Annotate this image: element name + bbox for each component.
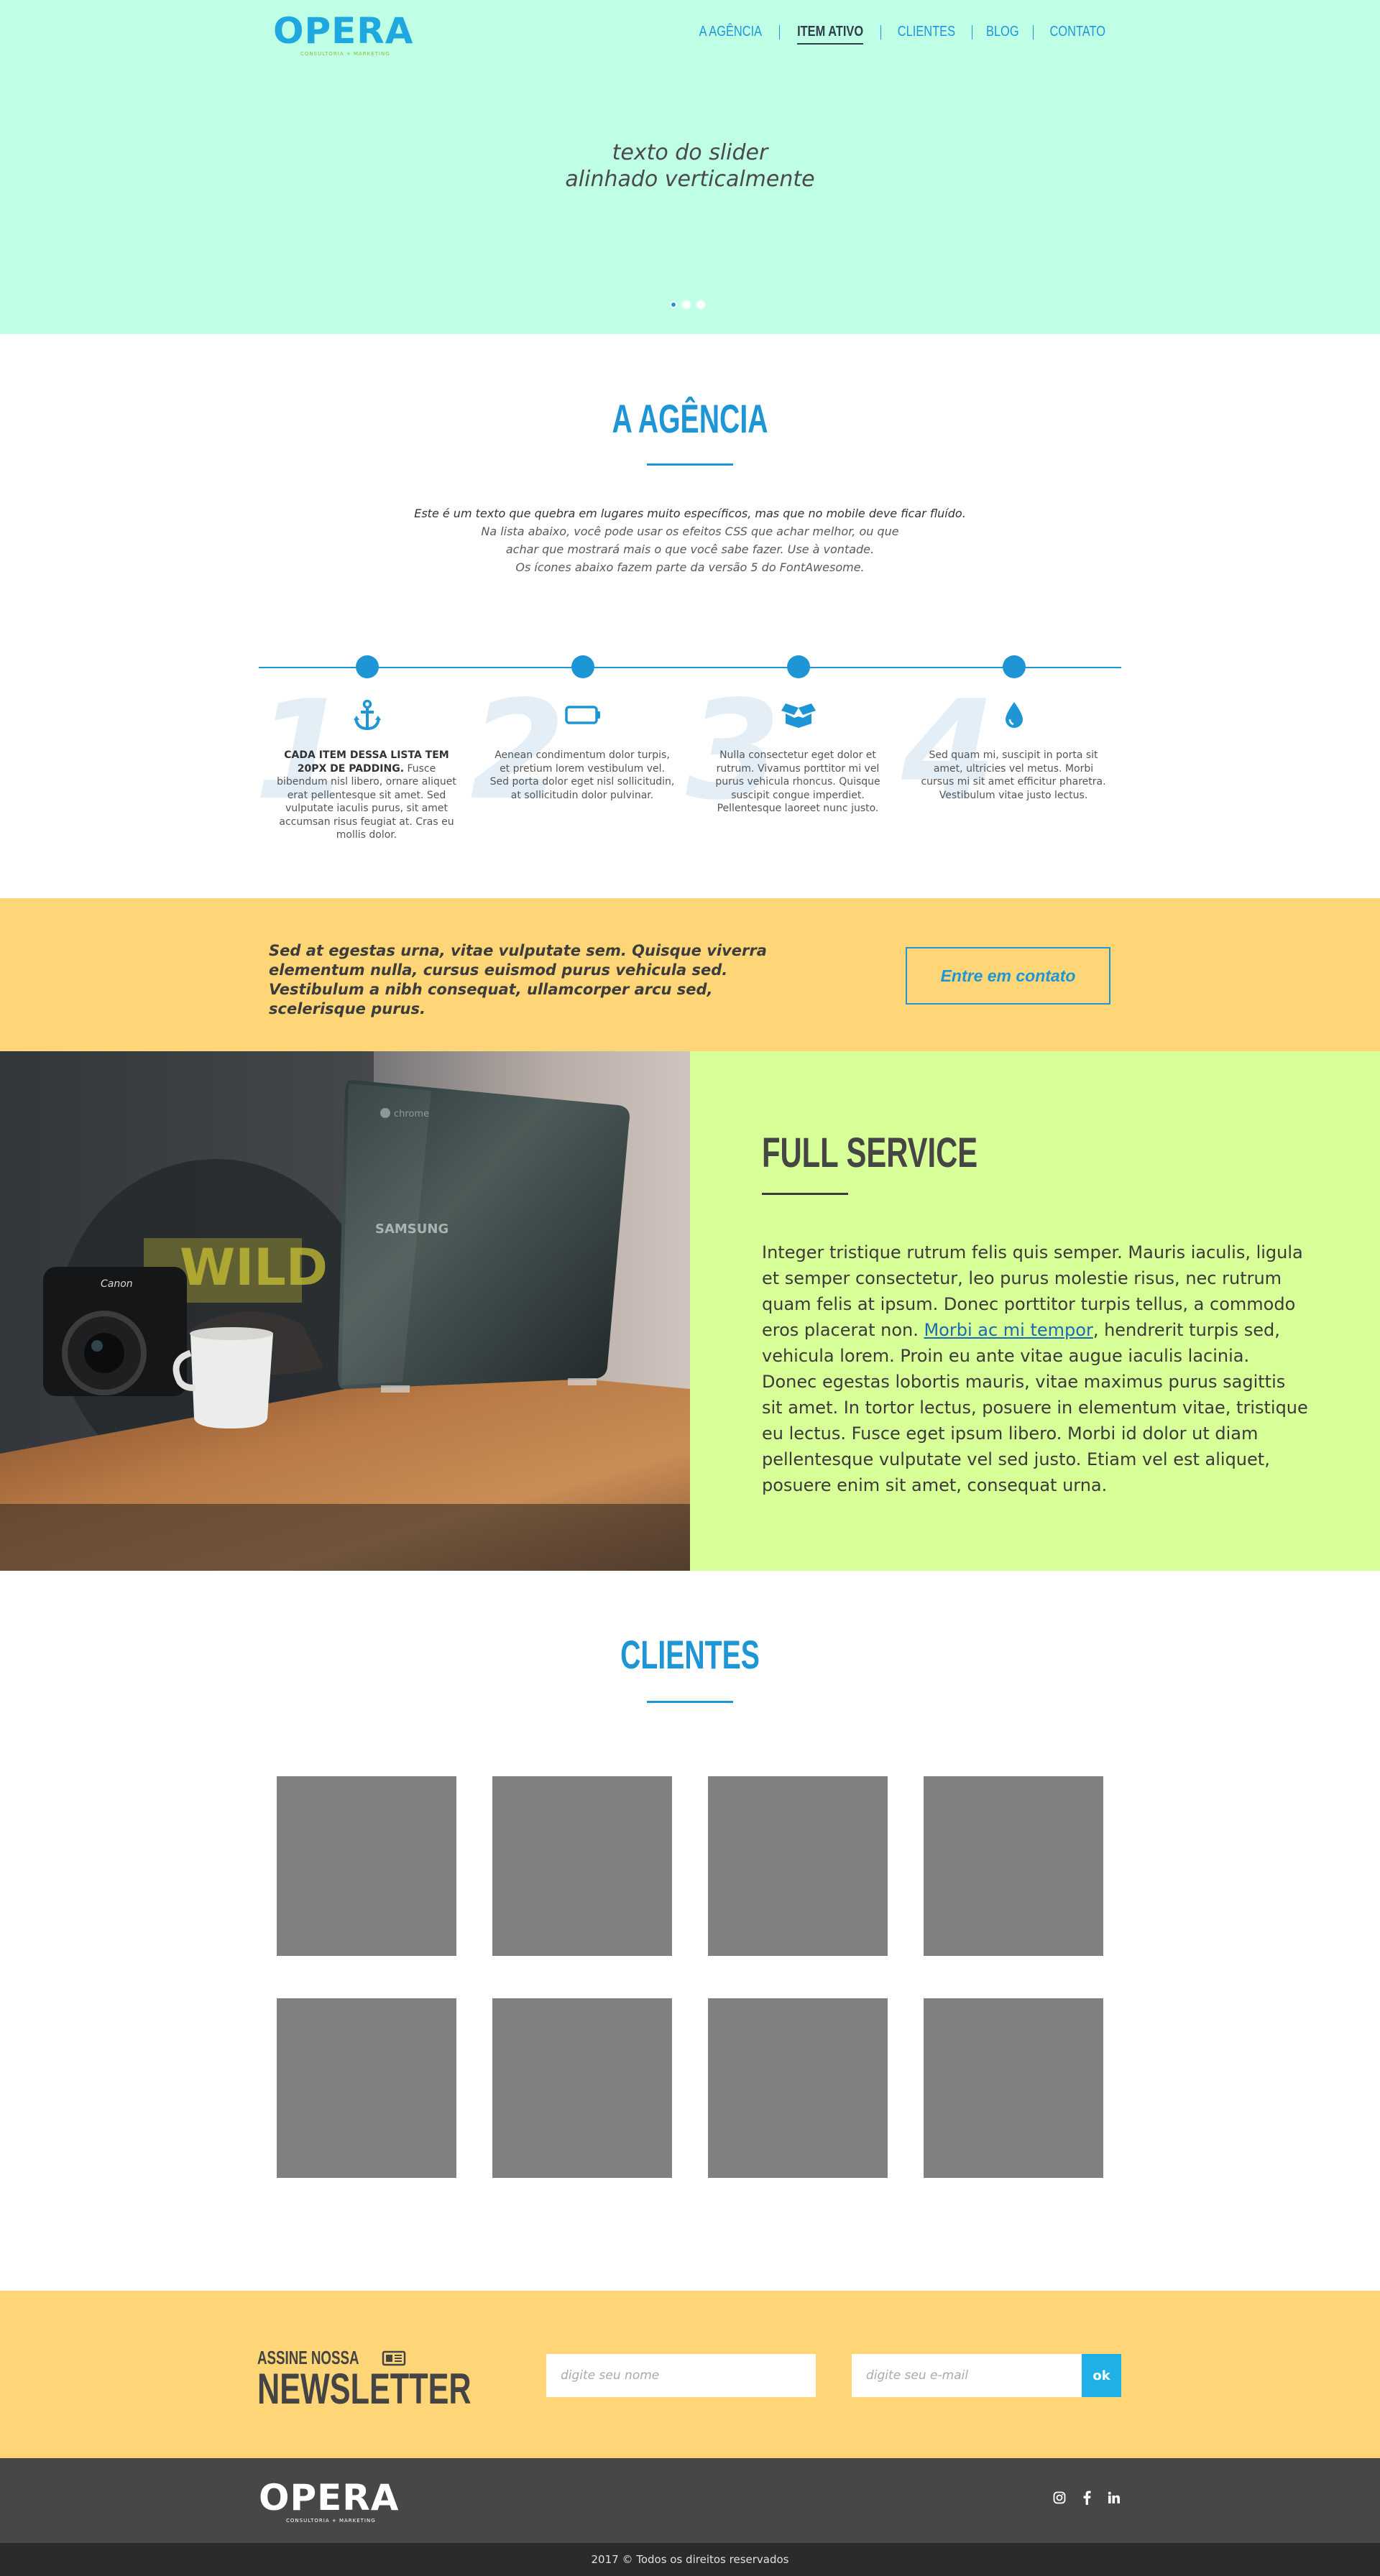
step-text: Aenean condimentum dolor turpis, et pret…	[489, 749, 675, 801]
slider-caption-line-2: alinhado verticalmente	[565, 167, 815, 192]
agencia-intro-line: achar que mostrará mais o que você sabe …	[505, 543, 875, 556]
service-photo: WILD SAMSUNG chrome Canon	[0, 1051, 690, 1571]
step-text: Sed quam mi, suscipit in porta sit amet,…	[921, 749, 1106, 801]
nav-separator	[778, 24, 780, 40]
slider-caption: texto do slider alinhado verticalmente	[0, 139, 1380, 193]
step-item-1: 1 CADA ITEM DESSA LISTA TEM 20PX DE PADD…	[254, 655, 474, 841]
full-service-section: FULL SERVICE Integer tristique rutrum fe…	[690, 1051, 1380, 1571]
instagram-icon[interactable]	[1052, 2490, 1067, 2505]
agencia-title-underline	[647, 463, 733, 466]
nav-item-item-ativo[interactable]: ITEM ATIVO	[789, 24, 872, 45]
nav-item-clientes[interactable]: CLIENTES	[889, 24, 963, 40]
logo-text: OPERA	[273, 10, 414, 52]
client-logo-placeholder[interactable]	[492, 1998, 672, 2178]
cta-text: Sed at egestas urna, vitae vulputate sem…	[269, 942, 767, 1017]
agencia-title: A AGÊNCIA	[612, 396, 768, 441]
footer-logo-text: OPERA	[259, 2477, 400, 2519]
service-inline-link[interactable]: Morbi ac mi tempor	[924, 1320, 1092, 1340]
anchor-icon	[349, 697, 385, 733]
client-logo-placeholder[interactable]	[492, 1776, 672, 1956]
logo-tagline: Consultoria + Marketing	[300, 51, 390, 57]
agencia-intro: Este é um texto que quebra em lugares mu…	[331, 504, 1049, 576]
newsletter-title: NEWSLETTER	[257, 2365, 472, 2413]
logo[interactable]: OPERA Consultoria + Marketing	[273, 13, 414, 57]
client-logo-placeholder[interactable]	[277, 1998, 456, 2178]
client-logo-placeholder[interactable]	[708, 1776, 888, 1956]
service-title: FULL SERVICE	[762, 1130, 978, 1176]
footer: OPERA Consultoria + Marketing	[0, 2458, 1380, 2543]
slider-dot-3[interactable]	[696, 300, 706, 310]
contact-button[interactable]: Entre em contato	[906, 947, 1110, 1005]
agencia-intro-line: Na lista abaixo, você pode usar os efeit…	[481, 525, 899, 538]
slider-caption-line-1: texto do slider	[612, 140, 768, 165]
nav-separator	[880, 24, 882, 40]
service-text-part: , hendrerit turpis sed, vehicula lorem. …	[762, 1320, 1308, 1495]
timeline-node	[787, 655, 810, 678]
client-logo-placeholder[interactable]	[924, 1776, 1103, 1956]
client-logo-placeholder[interactable]	[924, 1998, 1103, 2178]
slider-dots	[670, 300, 706, 310]
contact-cta: Sed at egestas urna, vitae vulputate sem…	[0, 898, 1380, 1051]
box-open-icon	[781, 697, 816, 733]
laptop-chrome: chrome	[394, 1109, 429, 1120]
service-title-underline	[762, 1193, 848, 1195]
nav-item-contato[interactable]: CONTATO	[1041, 24, 1113, 40]
slider-dot-1[interactable]	[670, 301, 677, 308]
nav-item-blog[interactable]: BLOG	[978, 24, 1027, 40]
step-text: Nulla consectetur eget dolor et rutrum. …	[715, 749, 880, 814]
battery-icon	[565, 697, 601, 733]
step-description: CADA ITEM DESSA LISTA TEM 20PX DE PADDIN…	[273, 749, 460, 842]
newsletter-section: ASSINE NOSSA NEWSLETTER ok	[0, 2291, 1380, 2458]
clientes-title-underline	[647, 1701, 733, 1703]
step-description: Sed quam mi, suscipit in porta sit amet,…	[920, 749, 1107, 802]
hero-slider: OPERA Consultoria + Marketing A AGÊNCIA …	[0, 0, 1380, 334]
shirt-print: WILD	[180, 1238, 328, 1297]
camera-brand: Canon	[101, 1278, 133, 1290]
clientes-title: CLIENTES	[620, 1632, 760, 1677]
slider-dot-2[interactable]	[681, 300, 691, 310]
nav-separator	[1032, 24, 1034, 40]
step-item-3: 3 Nulla consectetur eget dolor et rutrum…	[686, 655, 906, 835]
timeline-node	[1003, 655, 1026, 678]
footer-logo[interactable]: OPERA Consultoria + Marketing	[259, 2480, 400, 2524]
agencia-intro-line: Este é um texto que quebra em lugares mu…	[414, 507, 966, 520]
step-item-4: 4 Sed quam mi, suscipit in porta sit ame…	[901, 655, 1121, 835]
newsletter-email-input[interactable]	[852, 2354, 1082, 2397]
newsletter-submit-button[interactable]: ok	[1082, 2354, 1121, 2397]
main-nav: A AGÊNCIA ITEM ATIVO CLIENTES BLOG CONTA…	[682, 24, 1121, 45]
linkedin-icon[interactable]	[1107, 2490, 1121, 2505]
social-links	[1052, 2490, 1121, 2505]
footer-logo-tagline: Consultoria + Marketing	[286, 2518, 376, 2524]
nav-item-agencia[interactable]: A AGÊNCIA	[691, 24, 770, 40]
step-description: Aenean condimentum dolor turpis, et pret…	[489, 749, 676, 802]
tint-icon	[996, 697, 1032, 733]
newsletter-name-input[interactable]	[546, 2354, 816, 2397]
agencia-intro-line: Os ícones abaixo fazem parte da versão 5…	[515, 560, 865, 574]
client-logo-placeholder[interactable]	[277, 1776, 456, 1956]
step-description: Nulla consectetur eget dolor et rutrum. …	[704, 749, 891, 816]
copyright: 2017 © Todos os direitos reservados	[0, 2543, 1380, 2576]
laptop-brand: SAMSUNG	[375, 1222, 448, 1237]
timeline-node	[571, 655, 594, 678]
client-logos-grid	[277, 1776, 1103, 2178]
step-item-2: 2 Aenean condimentum dolor turpis, et pr…	[470, 655, 690, 835]
service-text: Integer tristique rutrum felis quis semp…	[762, 1239, 1308, 1498]
client-logo-placeholder[interactable]	[708, 1998, 888, 2178]
facebook-icon[interactable]	[1080, 2490, 1094, 2505]
timeline-node	[356, 655, 379, 678]
